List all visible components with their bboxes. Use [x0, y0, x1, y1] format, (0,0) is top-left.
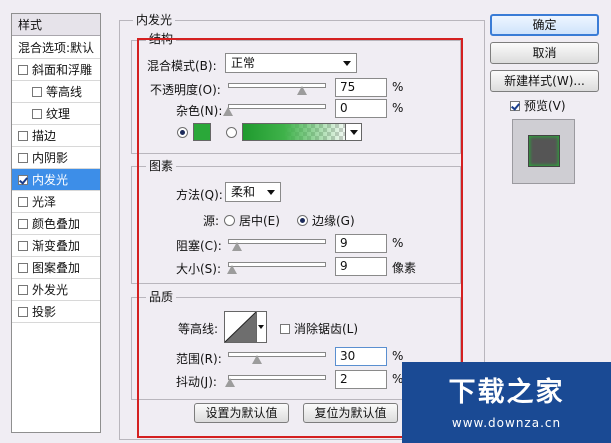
style-preview-box — [512, 119, 575, 184]
style-item[interactable]: 颜色叠加 — [12, 213, 100, 235]
style-item[interactable]: 内阴影 — [12, 147, 100, 169]
watermark-text: 下载之家 — [448, 377, 565, 408]
style-checkbox[interactable] — [18, 130, 28, 141]
style-item-label: 纹理 — [46, 107, 71, 121]
style-item-label: 内发光 — [32, 173, 69, 187]
style-checkbox[interactable] — [18, 174, 28, 185]
style-item[interactable]: 斜面和浮雕 — [12, 59, 100, 81]
style-checkbox[interactable] — [32, 86, 42, 97]
style-item-label: 颜色叠加 — [32, 217, 81, 231]
style-item[interactable]: 渐变叠加 — [12, 235, 100, 257]
style-item[interactable]: 内发光 — [12, 169, 100, 191]
style-item[interactable]: 混合选项:默认 — [12, 37, 100, 59]
cancel-button[interactable]: 取消 — [490, 42, 599, 64]
style-checkbox[interactable] — [18, 64, 28, 75]
style-checkbox[interactable] — [18, 284, 28, 295]
style-checkbox[interactable] — [18, 262, 28, 273]
style-checkbox[interactable] — [18, 306, 28, 317]
style-item[interactable]: 图案叠加 — [12, 257, 100, 279]
style-item[interactable]: 等高线 — [12, 81, 100, 103]
style-item-label: 渐变叠加 — [32, 239, 81, 253]
style-list-header: 样式 — [12, 14, 100, 36]
preview-checkbox[interactable] — [510, 100, 520, 111]
style-checkbox[interactable] — [18, 152, 28, 163]
style-item-label: 内阴影 — [32, 151, 69, 165]
style-checkbox[interactable] — [18, 218, 28, 229]
style-item-label: 描边 — [32, 129, 57, 143]
style-item[interactable]: 描边 — [12, 125, 100, 147]
style-item-label: 光泽 — [32, 195, 57, 209]
style-item[interactable]: 光泽 — [12, 191, 100, 213]
ok-button[interactable]: 确定 — [490, 14, 599, 36]
style-item-label: 图案叠加 — [32, 261, 81, 275]
style-item-label: 投影 — [32, 305, 57, 319]
style-item-label: 斜面和浮雕 — [32, 63, 93, 77]
style-item[interactable]: 外发光 — [12, 279, 100, 301]
watermark: 下载之家 www.downza.cn — [402, 362, 611, 443]
style-list: 样式 混合选项:默认斜面和浮雕等高线纹理描边内阴影内发光光泽颜色叠加渐变叠加图案… — [11, 13, 101, 433]
style-checkbox[interactable] — [32, 108, 42, 119]
style-item-label: 混合选项:默认 — [18, 41, 95, 55]
watermark-url: www.downza.cn — [451, 416, 562, 430]
preview-checkbox-wrap[interactable]: 预览(V) — [510, 97, 566, 114]
style-item-label: 外发光 — [32, 283, 69, 297]
inner-glow-title: 内发光 — [133, 11, 176, 28]
style-item[interactable]: 投影 — [12, 301, 100, 323]
preview-label: 预览(V) — [524, 99, 566, 113]
style-checkbox[interactable] — [18, 240, 28, 251]
new-style-button[interactable]: 新建样式(W)... — [490, 70, 599, 92]
style-checkbox[interactable] — [18, 196, 28, 207]
style-item-label: 等高线 — [46, 85, 83, 99]
preview-swatch — [528, 135, 560, 167]
style-item[interactable]: 纹理 — [12, 103, 100, 125]
